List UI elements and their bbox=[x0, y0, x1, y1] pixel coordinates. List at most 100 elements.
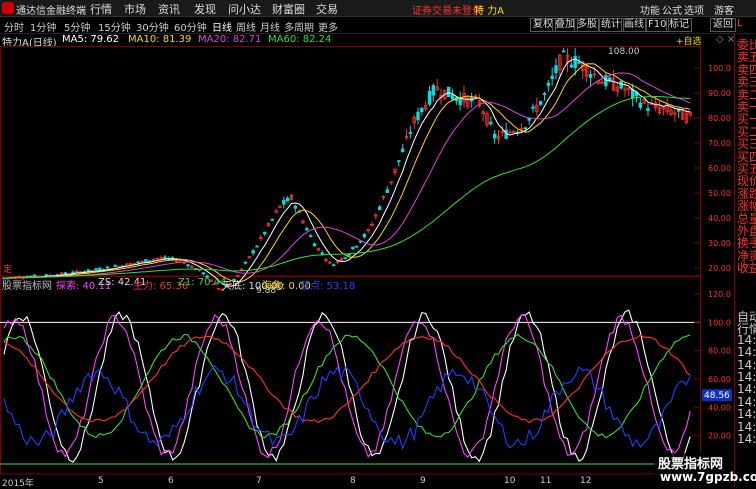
menu-trade[interactable]: 交易 bbox=[316, 1, 338, 17]
indicator-info-bar: 股票指标网 探索: 40.11 ZS: 42.41 主力: 65.36 Z1: … bbox=[0, 275, 700, 292]
candle-body bbox=[408, 132, 413, 134]
window-controls-icon[interactable]: ◇ × bbox=[716, 34, 735, 45]
login-warning[interactable]: 证券交易未登录 bbox=[412, 2, 482, 17]
date-label: 11 bbox=[540, 476, 552, 486]
period-30min[interactable]: 30分钟 bbox=[136, 19, 169, 34]
ma20-value: MA20: 82.71 bbox=[198, 34, 262, 45]
blue-line bbox=[3, 365, 691, 451]
candle-body bbox=[113, 265, 117, 268]
security-name: 特 力A bbox=[474, 6, 505, 17]
z1-value: Z1: 70.44 bbox=[178, 277, 227, 288]
multi-stock-button[interactable]: 多股 bbox=[574, 18, 600, 32]
title-bar: 通达信金融终端 行情 市场 资讯 发现 问小达 财富圈 交易 证券交易未登录 特… bbox=[0, 0, 756, 17]
candle-body bbox=[312, 243, 317, 247]
ma60-line bbox=[4, 95, 691, 279]
ding-label: 定 bbox=[3, 263, 12, 275]
ma10-value: MA10: 81.39 bbox=[128, 34, 192, 45]
menu-news[interactable]: 资讯 bbox=[158, 1, 180, 17]
period-1min[interactable]: 1分钟 bbox=[30, 19, 56, 34]
candle-body bbox=[427, 90, 432, 105]
y-tick-label: 30.00 bbox=[708, 239, 731, 248]
draw-line-button[interactable]: 画线 bbox=[621, 18, 647, 32]
panel-time-item: 14:5 bbox=[737, 432, 756, 446]
candle-body bbox=[531, 106, 535, 109]
current-value-label: 48.56 bbox=[704, 391, 730, 401]
date-axis: 2015年 5 6 7 8 9 10 11 12 bbox=[0, 476, 700, 489]
menu-discover[interactable]: 发现 bbox=[194, 1, 216, 17]
date-label: 9 bbox=[420, 476, 426, 486]
y-tick-label: 40.00 bbox=[708, 214, 731, 223]
candle-body bbox=[420, 107, 424, 113]
white-k-line bbox=[3, 309, 691, 463]
menu-formula[interactable]: 公式 bbox=[662, 2, 682, 17]
period-daily[interactable]: 日线 bbox=[212, 19, 232, 34]
menu-quotes[interactable]: 行情 bbox=[90, 1, 112, 17]
watermark: 股票指标网 www.7gpzb.com bbox=[654, 453, 756, 487]
candle-body bbox=[446, 86, 451, 98]
candle-body bbox=[385, 189, 390, 194]
y-tick-label: 20.00 bbox=[708, 264, 731, 273]
ind-tick-label: 100.0 bbox=[708, 318, 731, 327]
candle-body bbox=[397, 160, 401, 163]
mark-button[interactable]: 标记 bbox=[666, 18, 692, 32]
candle-body bbox=[305, 228, 309, 231]
candle-body bbox=[619, 80, 623, 89]
candle-body bbox=[343, 257, 347, 260]
candle-body bbox=[201, 272, 206, 275]
quote-side-panel: L 委比 卖五 卖四 卖三 卖二 卖一 买一 买二 买三 买四 买五 现价 涨跌 涨幅 总量 外盘 换手 净资 收益… bbox=[734, 18, 756, 487]
indicator-lines bbox=[3, 309, 691, 463]
candle-body bbox=[71, 271, 75, 274]
menu-wealth[interactable]: 财富圈 bbox=[272, 1, 305, 17]
app-name: 通达信金融终端 bbox=[16, 6, 86, 17]
candle-body bbox=[431, 85, 436, 96]
ind-tick-label: 80.00 bbox=[708, 347, 731, 356]
candle-body bbox=[400, 148, 405, 153]
ma60-value: MA60: 82.24 bbox=[268, 34, 332, 45]
candle-body bbox=[569, 64, 574, 68]
candlesticks bbox=[2, 48, 692, 291]
app-logo-icon bbox=[2, 2, 14, 14]
ma10-line bbox=[4, 63, 691, 283]
period-multi[interactable]: 多周期 bbox=[284, 19, 314, 34]
period-monthly[interactable]: 月线 bbox=[260, 19, 280, 34]
back-button[interactable]: 返回 bbox=[710, 18, 736, 32]
candle-body bbox=[542, 93, 547, 95]
period-60min[interactable]: 60分钟 bbox=[174, 19, 207, 34]
candle-body bbox=[285, 197, 290, 202]
candle-body bbox=[262, 231, 267, 235]
candle-body bbox=[492, 133, 497, 139]
red-line bbox=[3, 334, 691, 424]
panel-item: 收益 bbox=[737, 261, 756, 276]
period-weekly[interactable]: 周线 bbox=[236, 19, 256, 34]
indicator-y-axis: 120.0 100.0 80.00 60.00 40.00 20.00 48.56 bbox=[694, 290, 732, 441]
candle-body bbox=[186, 264, 190, 267]
candle-body bbox=[450, 94, 455, 100]
menu-market[interactable]: 市场 bbox=[124, 1, 146, 17]
y-tick-label: 100.0 bbox=[708, 64, 731, 73]
candle-body bbox=[308, 235, 313, 238]
menu-ask[interactable]: 问小达 bbox=[228, 1, 261, 17]
ma5-line bbox=[4, 58, 691, 287]
period-fenshi[interactable]: 分时 bbox=[4, 19, 24, 34]
pink-line bbox=[3, 314, 691, 459]
kline-chart[interactable]: 100.0 90.00 80.00 70.00 60.00 50.00 40.00 30.00… bbox=[0, 46, 734, 476]
main-grid bbox=[0, 46, 701, 475]
guest-label[interactable]: 游客 bbox=[714, 2, 734, 17]
period-15min[interactable]: 15分钟 bbox=[98, 19, 131, 34]
candle-body bbox=[573, 56, 577, 69]
date-label: 8 bbox=[350, 476, 356, 486]
menu-function[interactable]: 功能 bbox=[640, 2, 660, 17]
date-label: 5 bbox=[98, 476, 104, 486]
candle-body bbox=[243, 261, 248, 264]
indicator-frame bbox=[0, 275, 701, 475]
candle-body bbox=[577, 61, 581, 64]
main-frame bbox=[0, 46, 701, 277]
indicator-name[interactable]: 股票指标网 bbox=[2, 277, 52, 292]
period-more[interactable]: 更多 bbox=[318, 19, 338, 34]
ma20-line bbox=[4, 72, 691, 279]
period-5min[interactable]: 5分钟 bbox=[64, 19, 90, 34]
menu-options[interactable]: 选项 bbox=[684, 2, 704, 17]
candle-body bbox=[354, 245, 359, 248]
period-toolbar: 分时 1分钟 5分钟 15分钟 30分钟 60分钟 日线 周线 月线 多周期 更… bbox=[0, 17, 756, 34]
date-label: 10 bbox=[504, 476, 516, 486]
